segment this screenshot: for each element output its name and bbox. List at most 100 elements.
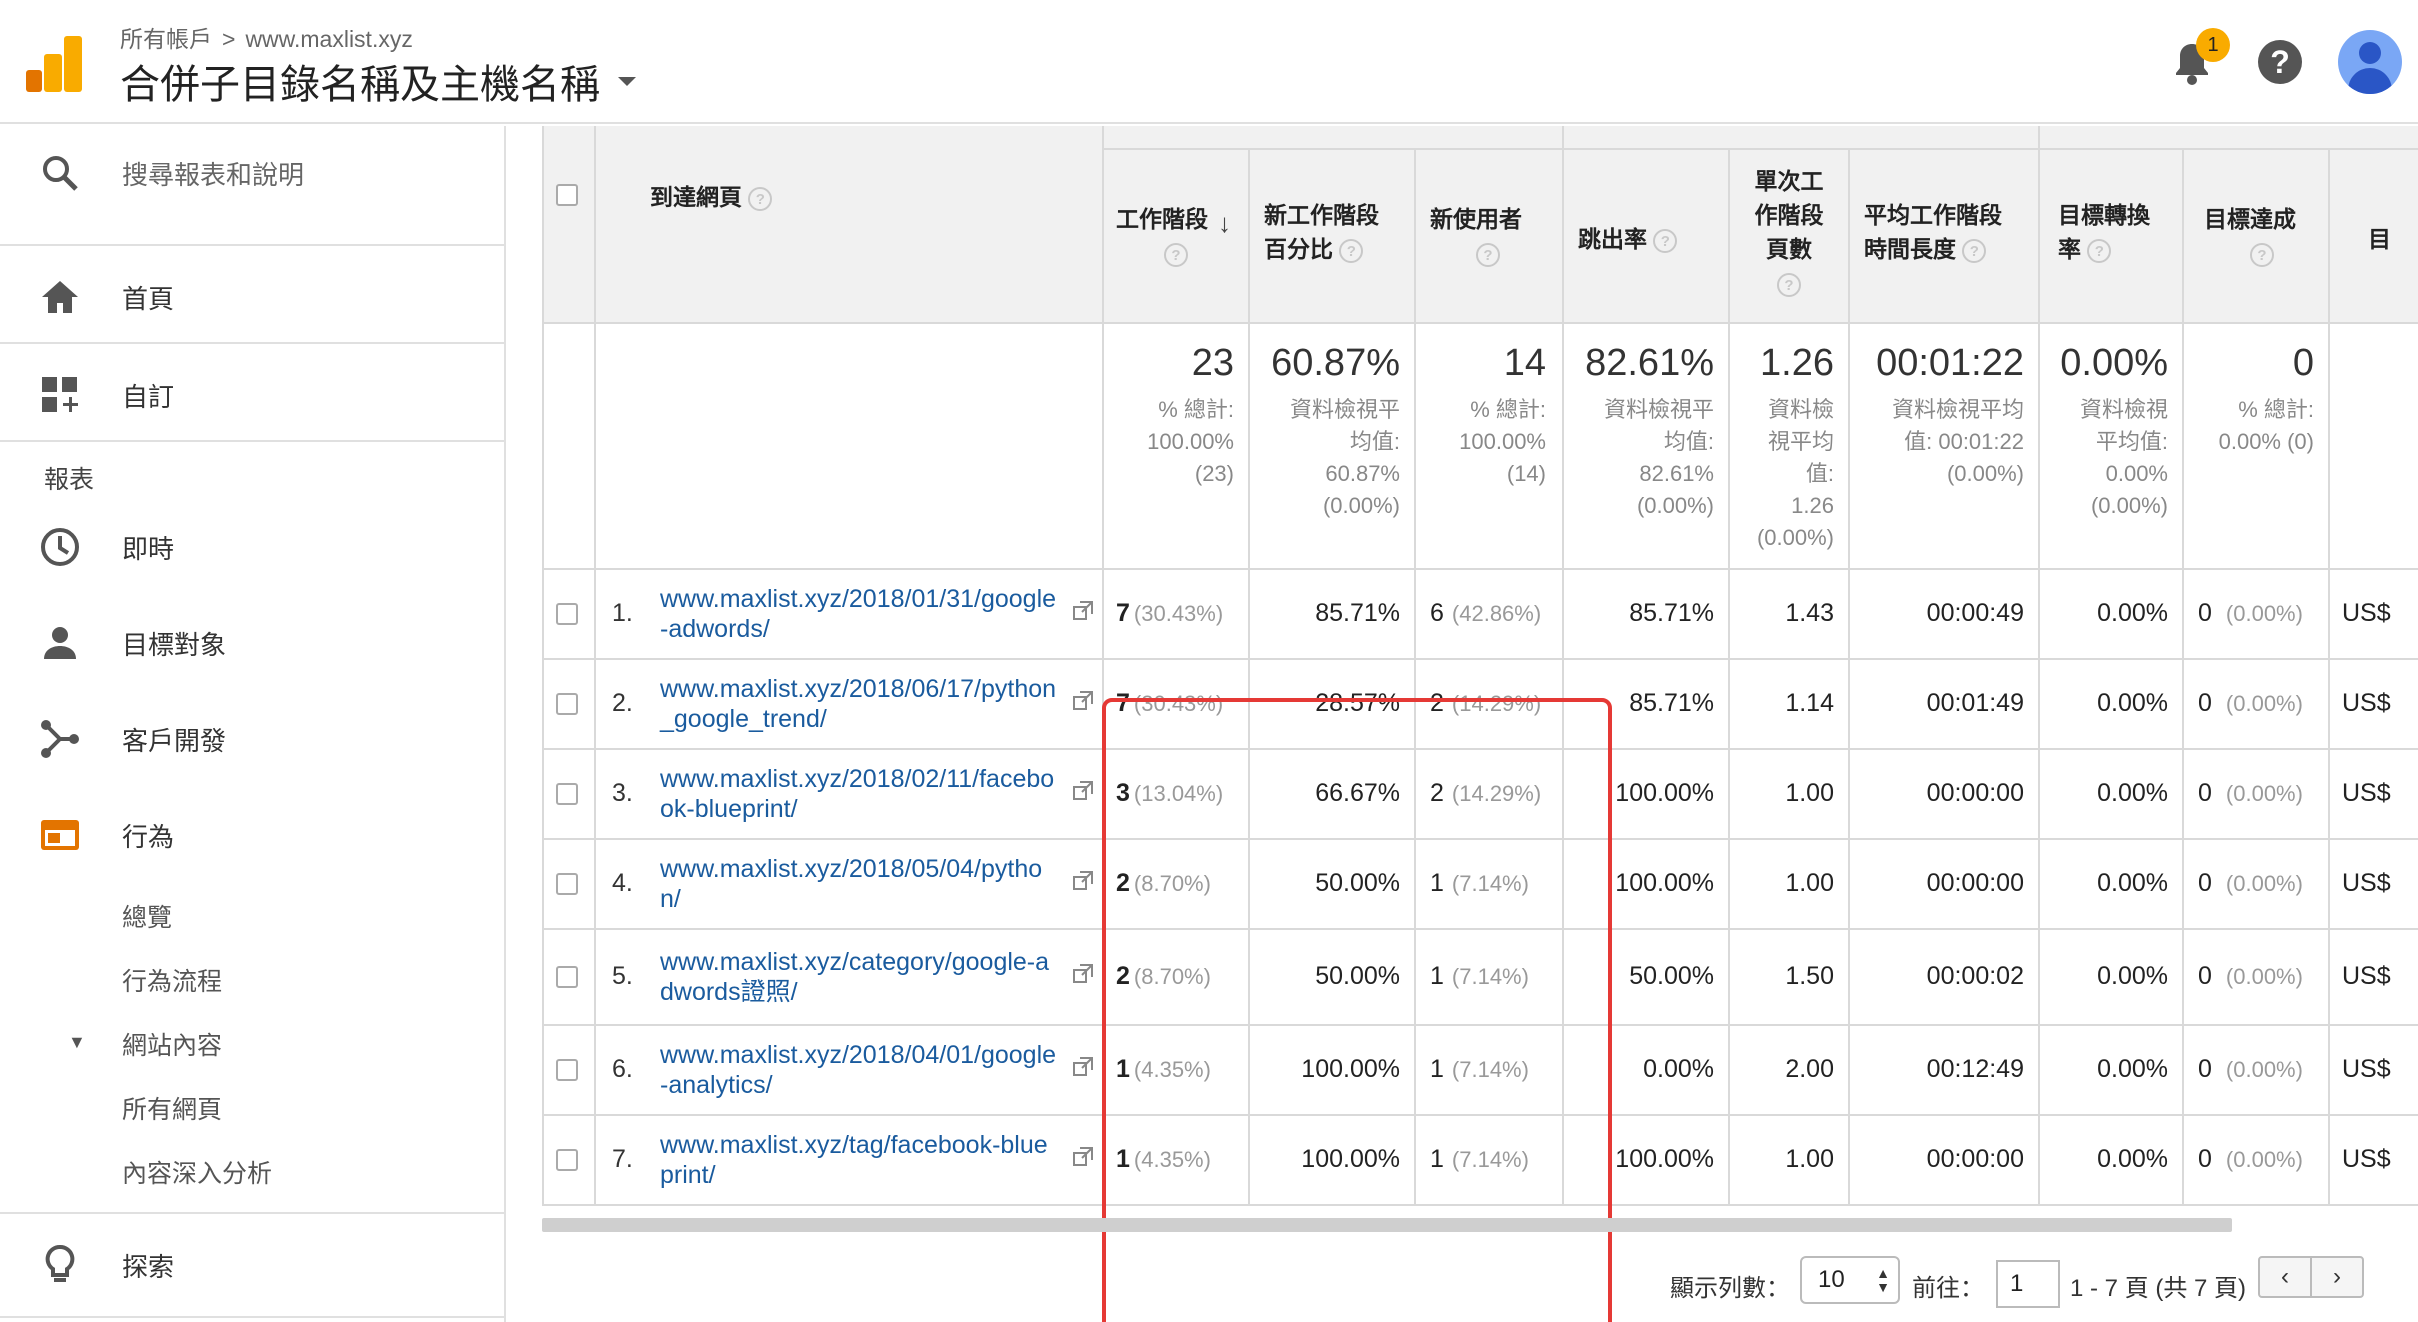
caret-down-icon[interactable] bbox=[618, 76, 636, 86]
sidebar-subitem-content-drilldown[interactable]: 內容深入分析 bbox=[122, 1154, 272, 1190]
column-header-landing-page[interactable]: 到達網頁 ? bbox=[650, 180, 773, 214]
new-users-cell: 1 (7.14%) bbox=[1430, 1145, 1529, 1173]
sidebar-item-home[interactable]: 首頁 bbox=[0, 250, 504, 344]
column-header-new-sessions-pct[interactable]: 新工作階段 百分比 ? bbox=[1264, 198, 1379, 266]
search-input[interactable]: 搜尋報表和說明 bbox=[122, 155, 304, 192]
sessions-cell: 1 (4.35%) bbox=[1116, 1055, 1211, 1083]
goto-label: 前往： bbox=[1912, 1275, 1984, 1302]
avatar[interactable] bbox=[2338, 30, 2402, 94]
pages-per-session-cell: 1.50 bbox=[1785, 962, 1834, 990]
report-main: 到達網頁 ? 工作階段 ↓? 新工作階段 百分比 ? 新使用者? 跳出率 ? 單次工… bbox=[508, 126, 2418, 1322]
row-checkbox[interactable] bbox=[556, 603, 578, 625]
row-checkbox[interactable] bbox=[556, 1149, 578, 1171]
column-header-avg-session-duration[interactable]: 平均工作階段 時間長度 ? bbox=[1864, 198, 2002, 266]
horizontal-scrollbar[interactable] bbox=[542, 1218, 2232, 1232]
landing-page-link[interactable]: www.maxlist.xyz/2018/02/11/facebook-blue… bbox=[660, 764, 1060, 824]
column-header-goal-conversion-rate[interactable]: 目標轉換率 ? bbox=[2058, 198, 2150, 266]
goto-page-input[interactable]: 1 bbox=[1996, 1260, 2060, 1308]
breadcrumb-root[interactable]: 所有帳戶 bbox=[120, 26, 212, 52]
landing-page-link[interactable]: www.maxlist.xyz/tag/facebook-blueprint/ bbox=[660, 1130, 1060, 1190]
landing-page-link[interactable]: www.maxlist.xyz/2018/06/17/python_google… bbox=[660, 674, 1060, 734]
prev-page-button[interactable]: ‹ bbox=[2258, 1256, 2312, 1298]
view-selector[interactable]: 合併子目錄名稱及主機名稱 bbox=[120, 52, 636, 110]
new-sessions-pct-cell: 85.71% bbox=[1315, 599, 1400, 627]
open-external-icon[interactable] bbox=[1072, 1146, 1094, 1168]
column-header-label: 平均工作階段 bbox=[1864, 202, 2002, 228]
landing-page-link[interactable]: www.maxlist.xyz/category/google-adwords證… bbox=[660, 947, 1060, 1007]
open-external-icon[interactable] bbox=[1072, 600, 1094, 622]
sidebar-item-audience[interactable]: 目標對象 bbox=[0, 596, 504, 690]
column-header-label: 新使用者 bbox=[1430, 206, 1522, 232]
new-users-cell: 1 (7.14%) bbox=[1430, 1055, 1529, 1083]
sidebar-subitem-behavior-flow[interactable]: 行為流程 bbox=[122, 962, 222, 998]
analytics-logo-icon[interactable] bbox=[26, 36, 82, 92]
total-pages-per-session-value: 1.26 bbox=[1760, 342, 1834, 384]
select-all-checkbox[interactable] bbox=[556, 184, 578, 206]
sessions-cell: 2 (8.70%) bbox=[1116, 962, 1211, 990]
sidebar-item-realtime[interactable]: 即時 bbox=[0, 500, 504, 594]
row-checkbox[interactable] bbox=[556, 783, 578, 805]
open-external-icon[interactable] bbox=[1072, 690, 1094, 712]
landing-page-link[interactable]: www.maxlist.xyz/2018/04/01/google-analyt… bbox=[660, 1040, 1060, 1100]
help-icon[interactable]: ? bbox=[1164, 242, 1188, 267]
help-icon[interactable]: ? bbox=[748, 186, 773, 211]
rows-per-page-select[interactable]: 10 ▲ ▼ bbox=[1800, 1256, 1900, 1304]
column-header-label: 跳出率 bbox=[1578, 226, 1647, 252]
breadcrumb-separator: > bbox=[222, 26, 236, 52]
new-sessions-pct-cell: 50.00% bbox=[1315, 869, 1400, 897]
next-page-button[interactable]: › bbox=[2310, 1256, 2364, 1298]
row-checkbox[interactable] bbox=[556, 873, 578, 895]
help-icon[interactable]: ? bbox=[1339, 238, 1364, 263]
pages-per-session-cell: 1.43 bbox=[1785, 599, 1834, 627]
help-icon[interactable]: ? bbox=[1476, 242, 1500, 267]
new-users-cell: 2 (14.29%) bbox=[1430, 689, 1542, 717]
column-header-goal-value[interactable]: 目 bbox=[2368, 222, 2391, 256]
help-icon[interactable]: ? bbox=[1962, 238, 1987, 263]
column-header-goal-completions[interactable]: 目標達成? bbox=[2204, 202, 2296, 270]
sidebar-item-label: 目標對象 bbox=[122, 629, 227, 660]
row-checkbox[interactable] bbox=[556, 1059, 578, 1081]
sidebar-subitem-all-pages[interactable]: 所有網頁 bbox=[122, 1090, 222, 1126]
sidebar-search[interactable]: 搜尋報表和說明 bbox=[0, 126, 504, 220]
sidebar-item-behavior[interactable]: 行為 bbox=[0, 788, 504, 882]
dashboard-add-icon bbox=[42, 377, 78, 412]
reports-section-label: 報表 bbox=[44, 466, 95, 494]
help-icon[interactable]: ? bbox=[2087, 238, 2112, 263]
expand-triangle-icon[interactable]: ▼ bbox=[68, 1032, 86, 1053]
sidebar-item-acquisition[interactable]: 客戶開發 bbox=[0, 692, 504, 786]
avg-duration-cell: 00:12:49 bbox=[1926, 1055, 2024, 1083]
pages-per-session-cell: 1.00 bbox=[1785, 779, 1834, 807]
help-icon[interactable]: ? bbox=[1653, 228, 1678, 253]
goal-value-cell: US$ bbox=[2342, 1055, 2391, 1083]
column-header-pages-per-session[interactable]: 單次工 作階段 頁數? bbox=[1746, 164, 1832, 300]
breadcrumb-property[interactable]: www.maxlist.xyz bbox=[245, 26, 412, 52]
row-checkbox[interactable] bbox=[556, 693, 578, 715]
select-arrows-icon: ▲ ▼ bbox=[1876, 1265, 1890, 1295]
grid-line bbox=[542, 838, 2418, 840]
help-icon[interactable]: ? bbox=[2250, 242, 2274, 267]
help-icon[interactable]: ? bbox=[1777, 272, 1801, 297]
breadcrumb[interactable]: 所有帳戶 > www.maxlist.xyz bbox=[120, 20, 413, 54]
sidebar-subitem-overview[interactable]: 總覽 bbox=[122, 898, 172, 934]
open-external-icon[interactable] bbox=[1072, 1056, 1094, 1078]
sort-down-arrow-icon[interactable]: ↓ bbox=[1218, 206, 1231, 240]
open-external-icon[interactable] bbox=[1072, 870, 1094, 892]
goal-completions-cell: 0 (0.00%) bbox=[2198, 962, 2303, 990]
column-header-new-users[interactable]: 新使用者? bbox=[1430, 202, 1522, 270]
total-bounce-rate-value: 82.61% bbox=[1585, 342, 1714, 384]
help-button[interactable]: ? bbox=[2258, 40, 2302, 84]
sidebar-subitem-site-content[interactable]: 網站內容 bbox=[122, 1026, 222, 1062]
column-header-sessions[interactable]: 工作階段 ↓? bbox=[1116, 202, 1231, 270]
open-external-icon[interactable] bbox=[1072, 780, 1094, 802]
row-checkbox[interactable] bbox=[556, 966, 578, 988]
rows-per-page-value: 10 bbox=[1818, 1266, 1845, 1293]
new-sessions-pct-cell: 28.57% bbox=[1315, 689, 1400, 717]
sidebar-item-discover[interactable]: 探索 bbox=[0, 1218, 504, 1312]
view-title[interactable]: 合併子目錄名稱及主機名稱 bbox=[120, 52, 600, 110]
sidebar-item-customization[interactable]: 自訂 bbox=[0, 348, 504, 442]
open-external-icon[interactable] bbox=[1072, 963, 1094, 985]
column-header-bounce-rate[interactable]: 跳出率 ? bbox=[1578, 222, 1678, 256]
landing-page-link[interactable]: www.maxlist.xyz/2018/05/04/python/ bbox=[660, 854, 1060, 914]
landing-page-link[interactable]: www.maxlist.xyz/2018/01/31/google-adword… bbox=[660, 584, 1060, 644]
total-new-users-sub: % 總計: 100.00% (14) bbox=[1459, 397, 1546, 486]
